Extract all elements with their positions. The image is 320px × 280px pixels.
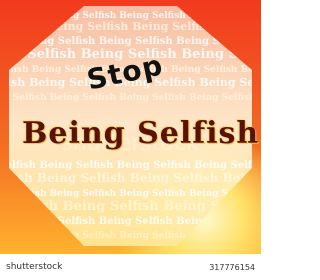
cloud-word-row: Being Selfish Being Selfish Being Selfis… (0, 93, 261, 103)
stock-logo-text: shutterstock (6, 262, 63, 272)
stock-image: Being Selfish Being Selfish Being Selfis… (0, 0, 261, 280)
headline-being-selfish: Being Selfish (22, 116, 260, 151)
cloud-word-row: Being Selfish Being Selfish Being Selfis… (0, 189, 261, 199)
word-cloud-artwork: Being Selfish Being Selfish Being Selfis… (0, 0, 261, 254)
stock-footer: shutterstock 317776154 (0, 254, 261, 280)
image-id: 317776154 (209, 262, 255, 272)
cloud-word-row: Being Selfish Being Selfish Being Selfis… (0, 160, 261, 171)
cloud-word-row: Being Selfish Being Selfish Being Selfis… (0, 171, 261, 185)
